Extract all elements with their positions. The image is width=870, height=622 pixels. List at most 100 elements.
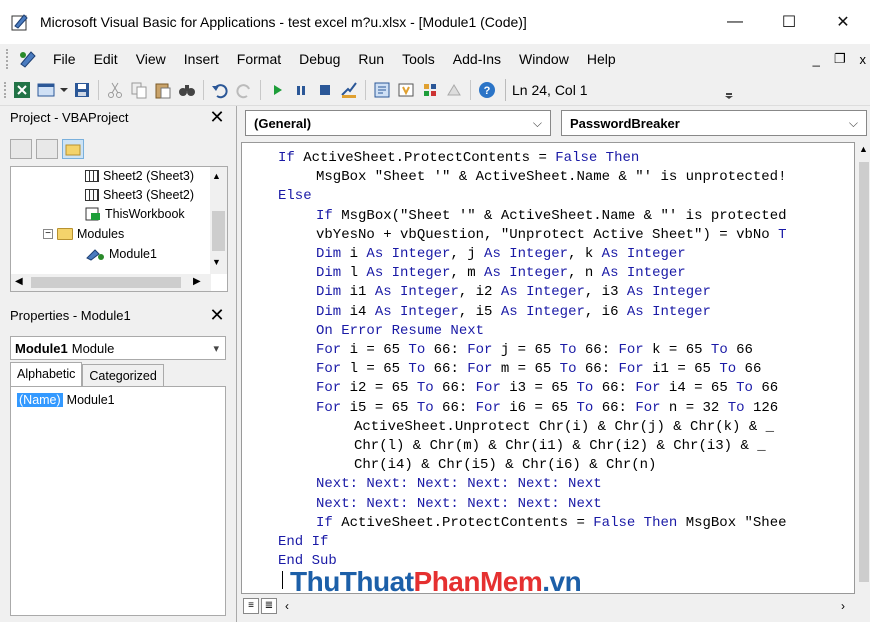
undo-icon[interactable]	[210, 80, 230, 100]
tree-node-module1[interactable]: Module1	[85, 247, 157, 261]
code-text: ActiveSheet.ProtectContents =	[303, 150, 556, 166]
copy-icon[interactable]	[129, 80, 149, 100]
tree-node-modules[interactable]: − Modules	[43, 227, 124, 241]
code-keyword: To	[559, 342, 585, 358]
properties-close-button[interactable]: ✕	[206, 304, 228, 326]
menubar-grip[interactable]	[6, 49, 10, 69]
tab-categorized[interactable]: Categorized	[82, 364, 164, 386]
code-line[interactable]: For l = 65 To 66: For m = 65 To 66: For …	[316, 360, 761, 379]
toolbar-overflow-icon[interactable]	[719, 80, 739, 100]
menu-window[interactable]: Window	[510, 44, 578, 74]
scroll-up-icon[interactable]: ▲	[859, 144, 868, 154]
help-icon[interactable]: ?	[477, 80, 497, 100]
code-keyword: For	[475, 380, 510, 397]
menu-insert[interactable]: Insert	[175, 44, 228, 74]
project-tree[interactable]: Sheet2 (Sheet3) Sheet3 (Sheet2) ThisWork…	[10, 166, 228, 292]
code-line[interactable]: Else	[278, 187, 312, 206]
excel-view-icon[interactable]	[12, 80, 32, 100]
scroll-thumb[interactable]	[859, 162, 869, 582]
menu-debug[interactable]: Debug	[290, 44, 349, 74]
run-icon[interactable]	[267, 80, 287, 100]
close-button[interactable]: ✕	[816, 0, 870, 44]
code-line[interactable]: If MsgBox("Sheet '" & ActiveSheet.Name &…	[316, 207, 787, 226]
menu-file[interactable]: File	[44, 44, 85, 74]
scroll-thumb[interactable]	[212, 211, 225, 251]
scroll-up-icon[interactable]: ▲	[212, 171, 221, 181]
code-keyword: Dim	[316, 265, 350, 282]
menu-run[interactable]: Run	[349, 44, 393, 74]
tree-node-thisworkbook[interactable]: ThisWorkbook	[85, 207, 185, 221]
code-line[interactable]: For i5 = 65 To 66: For i6 = 65 To 66: Fo…	[316, 399, 778, 418]
project-explorer-icon[interactable]	[372, 80, 392, 100]
paste-icon[interactable]	[153, 80, 173, 100]
code-line[interactable]: Next: Next: Next: Next: Next: Next	[316, 495, 602, 514]
insert-userform-icon[interactable]	[36, 80, 56, 100]
code-line[interactable]: Chr(i4) & Chr(i5) & Chr(i6) & Chr(n)	[354, 456, 656, 475]
redo-icon[interactable]	[234, 80, 254, 100]
toggle-folders-icon[interactable]	[62, 139, 84, 159]
view-object-icon[interactable]	[36, 139, 58, 159]
minimize-button[interactable]: —	[708, 0, 762, 44]
property-value[interactable]: Module1	[63, 393, 115, 407]
code-line[interactable]: For i = 65 To 66: For j = 65 To 66: For …	[316, 341, 753, 360]
mdi-close-button[interactable]: x	[860, 52, 867, 67]
menu-format[interactable]: Format	[228, 44, 290, 74]
code-line[interactable]: If ActiveSheet.ProtectContents = False T…	[278, 149, 639, 168]
tree-node-sheet3[interactable]: Sheet3 (Sheet2)	[85, 188, 194, 202]
properties-window-icon[interactable]	[396, 80, 416, 100]
full-module-view-icon[interactable]: ≣	[261, 598, 277, 614]
project-explorer-close-button[interactable]: ✕	[206, 106, 228, 128]
cut-icon[interactable]	[105, 80, 125, 100]
reset-icon[interactable]	[315, 80, 335, 100]
menu-tools[interactable]: Tools	[393, 44, 444, 74]
code-line[interactable]: If ActiveSheet.ProtectContents = False T…	[316, 514, 787, 533]
code-line[interactable]: Dim i1 As Integer, i2 As Integer, i3 As …	[316, 283, 711, 302]
menu-edit[interactable]: Edit	[85, 44, 127, 74]
properties-object-select[interactable]: Module1 Module ▾	[10, 336, 226, 360]
scroll-right-icon[interactable]: ▶	[193, 276, 201, 287]
save-icon[interactable]	[72, 80, 92, 100]
project-tree-vertical-scrollbar[interactable]: ▲ ▼	[210, 167, 227, 274]
scroll-left-icon[interactable]: ‹	[285, 599, 289, 613]
scroll-thumb[interactable]	[31, 277, 181, 288]
code-editor[interactable]: If ActiveSheet.ProtectContents = False T…	[241, 142, 855, 594]
object-combo[interactable]: (General) ⌵	[245, 110, 551, 136]
project-tree-horizontal-scrollbar[interactable]: ◀ ▶	[11, 274, 211, 291]
code-line[interactable]: Chr(l) & Chr(m) & Chr(i1) & Chr(i2) & Ch…	[354, 437, 766, 456]
menu-add-ins[interactable]: Add-Ins	[444, 44, 510, 74]
code-line[interactable]: vbYesNo + vbQuestion, "Unprotect Active …	[316, 226, 786, 245]
tree-node-sheet2[interactable]: Sheet2 (Sheet3)	[85, 169, 194, 183]
vba-menu-icon[interactable]	[18, 49, 38, 69]
code-line[interactable]: Dim i As Integer, j As Integer, k As Int…	[316, 245, 686, 264]
design-mode-icon[interactable]	[339, 80, 359, 100]
toolbox-icon[interactable]	[444, 80, 464, 100]
menu-help[interactable]: Help	[578, 44, 625, 74]
view-code-icon[interactable]	[10, 139, 32, 159]
break-icon[interactable]	[291, 80, 311, 100]
menu-view[interactable]: View	[127, 44, 175, 74]
code-line[interactable]: Next: Next: Next: Next: Next: Next	[316, 475, 602, 494]
mdi-minimize-button[interactable]: _	[813, 52, 820, 67]
dropdown-arrow-icon[interactable]	[60, 80, 68, 100]
scroll-right-icon[interactable]: ›	[841, 599, 845, 613]
collapse-icon[interactable]: −	[43, 229, 53, 239]
object-browser-icon[interactable]	[420, 80, 440, 100]
procedure-combo[interactable]: PasswordBreaker ⌵	[561, 110, 867, 136]
code-line[interactable]: MsgBox "Sheet '" & ActiveSheet.Name & "'…	[316, 168, 786, 187]
code-line[interactable]: On Error Resume Next	[316, 322, 484, 341]
scroll-down-icon[interactable]: ▼	[212, 257, 221, 267]
code-line[interactable]: Dim l As Integer, m As Integer, n As Int…	[316, 264, 686, 283]
code-line[interactable]: Dim i4 As Integer, i5 As Integer, i6 As …	[316, 303, 711, 322]
code-line[interactable]: End If	[278, 533, 328, 552]
mdi-restore-button[interactable]: ❐	[834, 51, 846, 67]
scroll-left-icon[interactable]: ◀	[15, 276, 23, 287]
toolbar-grip[interactable]	[4, 81, 10, 98]
procedure-view-icon[interactable]: ≡	[243, 598, 259, 614]
code-line[interactable]: For i2 = 65 To 66: For i3 = 65 To 66: Fo…	[316, 379, 778, 398]
tab-alphabetic[interactable]: Alphabetic	[10, 362, 83, 386]
code-vertical-scrollbar[interactable]: ▲	[857, 142, 870, 594]
property-row-name[interactable]: (Name) Module1	[17, 393, 115, 407]
code-line[interactable]: ActiveSheet.Unprotect Chr(i) & Chr(j) & …	[354, 418, 774, 437]
find-icon[interactable]	[177, 80, 197, 100]
maximize-button[interactable]: ☐	[762, 0, 816, 44]
